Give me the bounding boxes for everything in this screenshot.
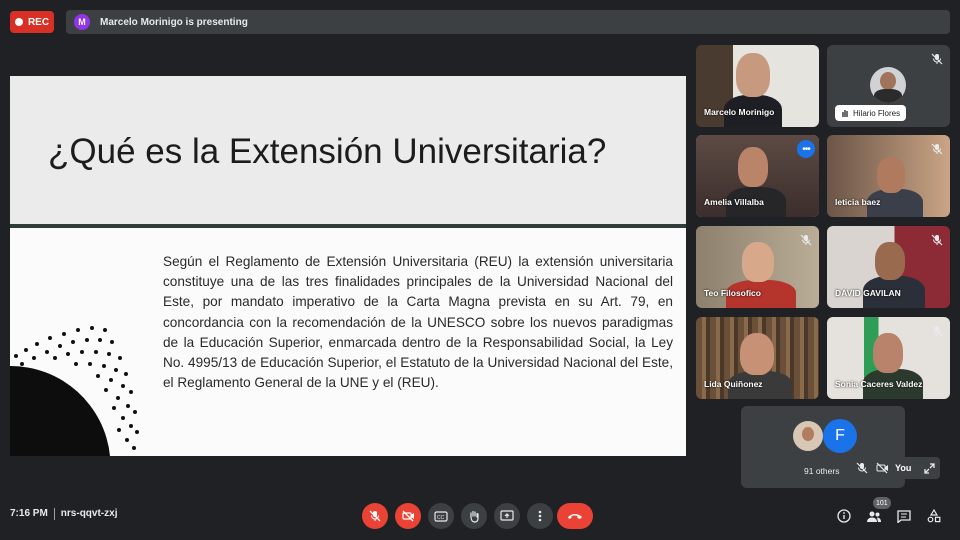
participant-tile-teo[interactable]: Teo Filosofico [696,226,819,308]
divider [53,508,55,520]
camera-toggle-button[interactable] [395,503,421,529]
more-options-button[interactable] [527,503,553,529]
participant-name: Lida Quiñonez [704,379,763,389]
hand-icon [842,110,848,117]
participant-name: leticia baez [835,197,881,207]
participant-tile-lida[interactable]: Lida Quiñonez [696,317,819,399]
self-label: You [895,463,912,473]
participant-name: Teo Filosofico [704,288,761,298]
self-view-chip[interactable]: You [850,457,940,479]
slide-title: ¿Qué es la Extensión Universitaria? [48,132,607,171]
expand-icon[interactable] [922,461,936,475]
top-bar: REC M Marcelo Morinigo is presenting [0,0,960,44]
captions-icon: CC [434,510,448,522]
mic-off-icon [931,234,943,246]
more-options-icon[interactable]: ••• [797,140,815,158]
people-button[interactable] [864,506,884,526]
record-dot-icon [14,18,23,26]
slide-body-text: Según el Reglamento de Extensión Univers… [163,254,673,391]
captions-button[interactable]: CC [428,503,454,529]
participant-name-chip: Hilario Flores [835,105,907,121]
info-icon [837,509,851,523]
presenting-banner: M Marcelo Morinigo is presenting [66,10,950,34]
mic-off-icon [800,234,812,246]
participant-name: DAVID GAVILAN [835,288,901,298]
participant-face [742,242,774,282]
participant-tile-david[interactable]: DAVID GAVILAN [827,226,950,308]
people-icon [867,511,881,522]
present-icon [500,510,514,521]
participant-tile-amelia[interactable]: ••• Amelia Villalba [696,135,819,217]
participant-name: Sonia Caceres Valdez [835,379,923,389]
meeting-info: 7:16 PM nrs-qqvt-zxj [10,508,117,520]
activities-button[interactable] [924,506,944,526]
mic-toggle-button[interactable] [362,503,388,529]
chat-button[interactable] [894,506,914,526]
participant-avatar-f: F [823,419,857,453]
participant-face [736,53,770,97]
participant-tile-hilario[interactable]: Hilario Flores [827,45,950,127]
mic-off-icon [931,325,943,337]
participant-face [873,333,903,373]
participant-face [740,333,774,375]
present-screen-button[interactable] [494,503,520,529]
leave-call-button[interactable] [557,503,593,529]
mic-off-icon [931,53,943,65]
participant-face [877,157,905,193]
participant-face [738,147,768,187]
camera-off-icon [875,461,889,475]
participant-tile-leticia[interactable]: leticia baez [827,135,950,217]
recording-indicator[interactable]: REC [10,11,54,33]
camera-off-icon [401,510,414,522]
mic-off-icon [369,510,381,522]
hang-up-icon [568,514,582,519]
participant-name: Marcelo Morinigo [704,107,775,117]
slide-header: ¿Qué es la Extensión Universitaria? [10,76,686,228]
mic-off-icon [931,143,943,155]
activities-icon [927,509,941,523]
presenter-avatar: M [74,14,90,30]
participant-name: Hilario Flores [853,108,901,118]
raise-hand-button[interactable] [461,503,487,529]
participant-count-badge: 101 [873,497,891,509]
participant-tile-marcelo[interactable]: Marcelo Morinigo [696,45,819,127]
decorative-dots-graphic [10,326,139,456]
presenting-text: Marcelo Morinigo is presenting [100,16,248,28]
svg-text:CC: CC [437,515,445,521]
participant-name: Amelia Villalba [704,197,764,207]
mic-off-icon [855,461,869,475]
meeting-details-button[interactable] [834,506,854,526]
participant-avatar [793,421,823,451]
chat-icon [897,509,911,523]
recording-label: REC [27,16,50,28]
meeting-code: nrs-qqvt-zxj [60,508,118,519]
others-count: 91 others [804,466,840,476]
participant-tile-sonia[interactable]: Sonia Caceres Valdez [827,317,950,399]
participant-face [875,242,905,280]
presentation-slide: ¿Qué es la Extensión Universitaria? Segú… [10,76,686,456]
bottom-bar: 7:16 PM nrs-qqvt-zxj CC [0,496,960,540]
clock-time: 7:16 PM [10,508,48,519]
more-vert-icon [538,510,542,522]
participant-avatar [870,67,906,103]
raise-hand-icon [470,510,479,523]
